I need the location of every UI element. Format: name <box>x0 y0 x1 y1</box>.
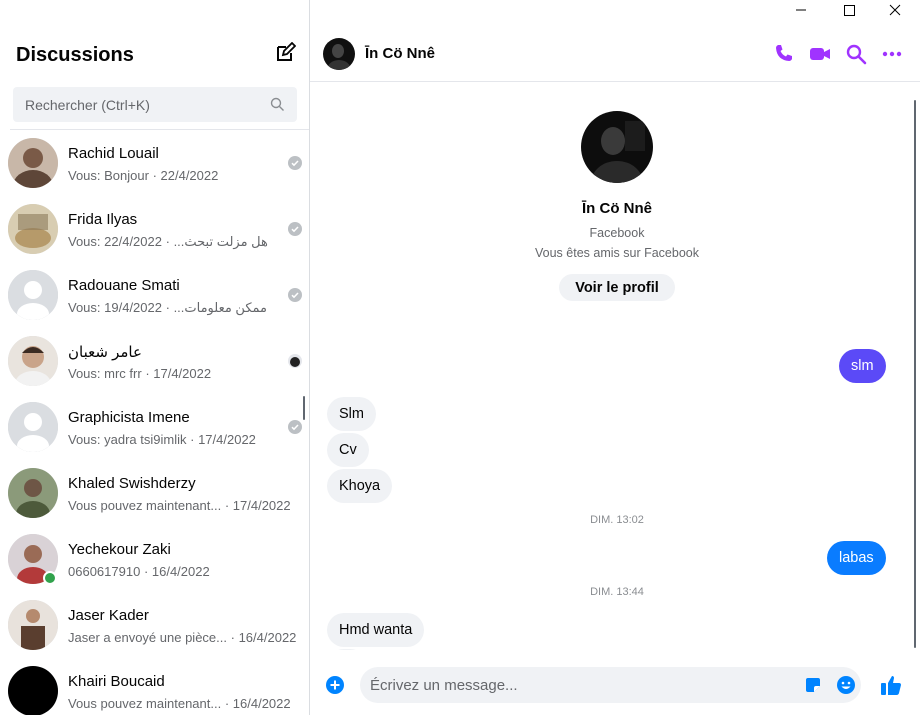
conversation-item[interactable]: Frida Ilyas Vous: هل مزلت تبحث... · 22/4… <box>0 196 309 262</box>
preview-text: Vous pouvez maintenant... <box>68 498 222 513</box>
maximize-icon[interactable] <box>826 0 872 22</box>
chat-panel: Īn Cö Nnê Īn Cö Nnê Facebook Vous êtes a… <box>310 0 920 715</box>
conversation-preview: Jaser a envoyé une pièce... · 16/4/2022 <box>68 630 296 645</box>
conversation-name: Khairi Boucaid <box>68 673 165 690</box>
conversation-name: Rachid Louail <box>68 145 159 162</box>
video-call-icon[interactable] <box>808 42 832 66</box>
incoming-message[interactable]: Cv <box>327 433 369 467</box>
contact-name[interactable]: Īn Cö Nnê <box>365 45 435 62</box>
search-icon <box>270 97 284 111</box>
conversation-item[interactable]: Yechekour Zaki 0660617910 · 16/4/2022 <box>0 526 309 592</box>
avatar <box>8 204 58 254</box>
sticker-icon[interactable] <box>804 676 822 694</box>
seen-check-icon <box>288 420 302 434</box>
conversation-name: Yechekour Zaki <box>68 541 171 558</box>
avatar <box>8 336 58 386</box>
timestamp: DIM. 13:02 <box>590 514 644 526</box>
preview-date: · 16/4/2022 <box>230 630 297 645</box>
seen-check-icon <box>288 288 302 302</box>
contact-avatar[interactable] <box>323 38 355 70</box>
conversation-preview: Vous pouvez maintenant... · 17/4/2022 <box>68 498 291 513</box>
add-icon[interactable] <box>326 676 344 694</box>
preview-date: · 22/4/2022 <box>152 168 219 183</box>
outgoing-message[interactable]: labas <box>827 541 886 575</box>
preview-date: · 16/4/2022 <box>224 696 291 711</box>
conversation-list: Rachid Louail Vous: Bonjour · 22/4/2022 … <box>0 130 309 715</box>
avatar <box>8 600 58 650</box>
more-options-icon[interactable] <box>880 42 904 66</box>
profile-avatar[interactable] <box>581 111 653 183</box>
seen-check-icon <box>288 222 302 236</box>
conversation-item[interactable]: Rachid Louail Vous: Bonjour · 22/4/2022 <box>0 130 309 196</box>
profile-name: Īn Cö Nnê <box>582 200 652 217</box>
conversation-name: Radouane Smati <box>68 277 180 294</box>
new-message-icon[interactable] <box>274 42 296 64</box>
incoming-message[interactable]: Hmd wanta <box>327 613 425 647</box>
conversation-preview: Vous: Bonjour · 22/4/2022 <box>68 168 218 183</box>
avatar <box>8 468 58 518</box>
sidebar-scrollbar[interactable] <box>303 396 305 420</box>
conversation-preview: Vous pouvez maintenant... · 16/4/2022 <box>68 696 291 711</box>
message-thread: Īn Cö Nnê Facebook Vous êtes amis sur Fa… <box>310 83 914 650</box>
message-input[interactable] <box>360 667 780 703</box>
incoming-message[interactable]: Khoya <box>327 469 393 503</box>
conversation-name: Jaser Kader <box>68 607 149 624</box>
preview-date: · 22/4/2022 <box>104 234 170 249</box>
thread-scrollbar[interactable] <box>914 100 916 648</box>
outgoing-message[interactable]: slm <box>839 349 886 383</box>
close-icon[interactable] <box>872 0 918 22</box>
emoji-icon[interactable] <box>836 675 856 695</box>
view-profile-button[interactable]: Voir le profil <box>559 274 675 301</box>
conversation-name: Frida Ilyas <box>68 211 138 228</box>
conversation-preview: Vous: yadra tsi9imlik · 17/4/2022 <box>68 432 256 447</box>
thumbs-up-icon[interactable] <box>880 674 902 696</box>
preview-text: Jaser a envoyé une pièce... <box>68 630 227 645</box>
phone-icon[interactable] <box>772 42 796 66</box>
sidebar: Discussions Rachid Louail Vous: Bonjour … <box>0 0 310 715</box>
timestamp: DIM. 13:44 <box>590 586 644 598</box>
conversation-item[interactable]: Graphicista Imene Vous: yadra tsi9imlik … <box>0 394 309 460</box>
conversation-name: Graphicista Imene <box>68 409 190 426</box>
search-in-conversation-icon[interactable] <box>844 42 868 66</box>
online-indicator <box>43 571 57 585</box>
profile-relation: Vous êtes amis sur Facebook <box>535 246 699 260</box>
message-composer <box>310 650 920 715</box>
profile-source: Facebook <box>589 226 645 240</box>
preview-date: · 17/4/2022 <box>145 366 212 381</box>
conversation-preview: 0660617910 · 16/4/2022 <box>68 564 210 579</box>
preview-date: · 17/4/2022 <box>224 498 291 513</box>
default-avatar-icon <box>8 270 58 320</box>
incoming-message[interactable]: Slm <box>327 397 376 431</box>
sidebar-title: Discussions <box>16 44 134 66</box>
default-avatar-icon <box>8 402 58 452</box>
avatar <box>8 666 58 715</box>
search-input[interactable] <box>13 87 263 122</box>
preview-date: · 16/4/2022 <box>143 564 210 579</box>
preview-text: Vous: Bonjour <box>68 168 149 183</box>
preview-date: · 19/4/2022 <box>104 300 170 315</box>
conversation-item[interactable]: Khairi Boucaid Vous pouvez maintenant...… <box>0 658 309 715</box>
conversation-preview: Vous: هل مزلت تبحث... · 22/4/2022 <box>68 234 268 250</box>
conversation-item[interactable]: عامر شعبان Vous: mrc frr · 17/4/2022 <box>0 328 309 394</box>
messenger-app: Discussions Rachid Louail Vous: Bonjour … <box>0 0 920 715</box>
search-box <box>13 87 297 122</box>
conversation-name: Khaled Swishderzy <box>68 475 196 492</box>
preview-text: 0660617910 <box>68 564 141 579</box>
preview-text: Vous pouvez maintenant... <box>68 696 222 711</box>
seen-avatar-icon <box>288 354 302 368</box>
conversation-name: عامر شعبان <box>68 344 142 361</box>
minimize-icon[interactable] <box>778 0 824 22</box>
conversation-item[interactable]: Jaser Kader Jaser a envoyé une pièce... … <box>0 592 309 658</box>
conversation-preview: Vous: ممكن معلومات... · 19/4/2022 <box>68 300 267 316</box>
avatar <box>8 138 58 188</box>
conversation-item[interactable]: Radouane Smati Vous: ممكن معلومات... · 1… <box>0 262 309 328</box>
seen-check-icon <box>288 156 302 170</box>
preview-text: Vous: mrc frr <box>68 366 142 381</box>
conversation-item[interactable]: Khaled Swishderzy Vous pouvez maintenant… <box>0 460 309 526</box>
message-box <box>360 667 861 703</box>
chat-header: Īn Cö Nnê <box>310 22 920 82</box>
preview-date: · 17/4/2022 <box>190 432 256 447</box>
preview-text: Vous: yadra tsi9imlik <box>68 432 187 447</box>
conversation-preview: Vous: mrc frr · 17/4/2022 <box>68 366 211 381</box>
